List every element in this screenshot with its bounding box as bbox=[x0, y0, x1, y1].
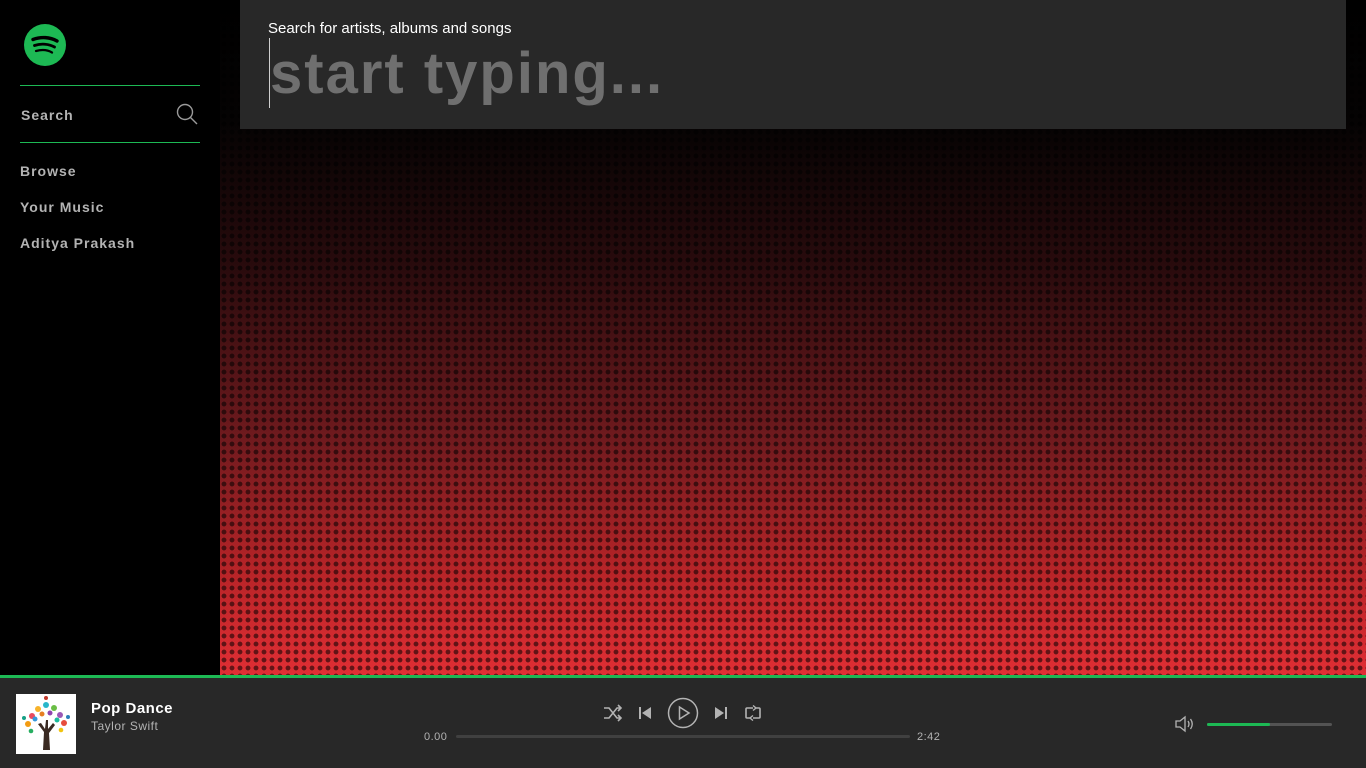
track-title[interactable]: Pop Dance bbox=[91, 700, 173, 717]
album-cover[interactable] bbox=[16, 694, 76, 754]
main-content: Search for artists, albums and songs bbox=[220, 0, 1366, 675]
duration-time: 2:42 bbox=[917, 731, 941, 743]
search-icon[interactable] bbox=[175, 102, 199, 126]
shuffle-button[interactable] bbox=[602, 696, 624, 730]
sidebar-item-profile[interactable]: Aditya Prakash bbox=[20, 235, 135, 271]
elapsed-time: 0.00 bbox=[424, 731, 448, 743]
volume-fill bbox=[1207, 723, 1270, 726]
sidebar-item-browse[interactable]: Browse bbox=[20, 163, 135, 199]
shuffle-icon bbox=[604, 704, 623, 722]
sidebar-search[interactable]: Search bbox=[20, 85, 200, 143]
track-artist[interactable]: Taylor Swift bbox=[91, 719, 158, 733]
play-icon bbox=[667, 697, 699, 729]
player-bar: Pop Dance Taylor Swift 0.00 2:42 bbox=[0, 675, 1366, 768]
sidebar-search-label: Search bbox=[21, 107, 74, 123]
next-button[interactable] bbox=[712, 696, 730, 730]
skip-forward-icon bbox=[715, 707, 727, 719]
volume-slider[interactable] bbox=[1207, 723, 1332, 726]
volume-icon[interactable] bbox=[1174, 714, 1196, 734]
previous-button[interactable] bbox=[636, 696, 654, 730]
search-input[interactable] bbox=[269, 38, 1309, 108]
sidebar: Search Browse Your Music Aditya Prakash bbox=[0, 0, 220, 675]
sidebar-nav: Browse Your Music Aditya Prakash bbox=[20, 163, 135, 271]
repeat-icon bbox=[745, 705, 761, 721]
spotify-logo-icon[interactable] bbox=[24, 24, 66, 66]
sidebar-item-your-music[interactable]: Your Music bbox=[20, 199, 135, 235]
skip-back-icon bbox=[639, 707, 651, 719]
search-panel: Search for artists, albums and songs bbox=[240, 0, 1346, 129]
progress-bar[interactable] bbox=[456, 735, 910, 738]
play-button[interactable] bbox=[666, 696, 700, 730]
search-hint: Search for artists, albums and songs bbox=[268, 20, 512, 37]
repeat-button[interactable] bbox=[742, 696, 764, 730]
